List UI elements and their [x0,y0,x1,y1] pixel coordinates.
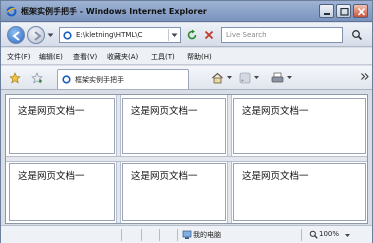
minimize-button[interactable] [319,4,334,18]
ie-page-icon [62,75,71,84]
favorites-star-icon[interactable] [9,72,21,84]
chevron-down-icon[interactable] [47,33,54,38]
frame-splitter-vertical[interactable] [227,162,232,223]
frame-text: 这是网页文档一 [131,171,198,182]
chevron-down-icon[interactable] [227,76,232,80]
address-dropdown-button[interactable] [168,29,179,41]
refresh-icon[interactable] [186,29,198,41]
frame-top-left: 这是网页文档一 [9,98,115,154]
frame-text: 这是网页文档一 [242,106,309,117]
menu-favorites[interactable]: 收藏夹(A) [107,52,138,62]
forward-icon [34,31,42,41]
navigation-bar: E:\kletning\HTML\C Live Search [1,23,372,47]
status-divider [301,229,302,241]
back-icon [12,31,20,41]
chevron-double-right-icon[interactable] [361,73,369,80]
menu-help[interactable]: 帮助(H) [187,52,212,62]
frame-bottom-right: 这是网页文档一 [233,163,366,221]
title-bar: 框架实例手把手 - Windows Internet Explorer [1,1,372,22]
frame-splitter-vertical[interactable] [116,95,121,157]
stop-icon[interactable] [203,29,215,41]
minimize-icon [324,13,330,15]
close-button[interactable] [353,4,368,18]
chevron-down-icon[interactable] [254,76,259,80]
frame-bottom-left: 这是网页文档一 [9,163,115,221]
status-bar: 我的电脑 100% [1,225,372,243]
menu-tools[interactable]: 工具(T) [151,52,175,62]
close-icon [357,8,366,16]
address-field[interactable]: E:\kletning\HTML\C [59,27,181,43]
frame-text: 这是网页文档一 [131,106,198,117]
frame-text: 这是网页文档一 [18,171,85,182]
security-zone: 我的电脑 [193,231,221,239]
chevron-down-icon[interactable] [345,234,350,238]
address-value: E:\kletning\HTML\C [76,31,143,39]
maximize-icon [340,8,349,16]
frame-bottom-middle: 这是网页文档一 [122,163,226,221]
chevron-down-icon [171,33,178,37]
browser-window: 框架实例手把手 - Windows Internet Explorer E:\k… [0,0,373,243]
search-input[interactable]: Live Search [221,27,343,43]
search-placeholder: Live Search [226,31,267,39]
frame-text: 这是网页文档一 [242,171,309,182]
frame-splitter-vertical[interactable] [116,162,121,223]
frame-splitter-horizontal[interactable] [6,156,367,162]
menu-view[interactable]: 查看(V) [73,52,97,62]
tab-label: 框架实例手把手 [75,76,124,84]
ie-page-icon [63,31,72,40]
feeds-icon[interactable] [239,72,251,84]
frame-text: 这是网页文档一 [18,106,85,117]
zoom-level[interactable]: 100% [319,230,339,238]
home-icon[interactable] [211,72,224,84]
frameset-content: 这是网页文档一 这是网页文档一 这是网页文档一 这是网页文档一 这是网页文档一 … [5,94,368,224]
window-title: 框架实例手把手 - Windows Internet Explorer [21,7,207,16]
menu-bar: 文件(F) 编辑(E) 查看(V) 收藏夹(A) 工具(T) 帮助(H) [1,48,372,65]
frame-splitter-vertical[interactable] [227,95,232,157]
status-divider [177,229,178,241]
add-favorites-icon[interactable] [31,72,43,84]
computer-icon [182,230,192,239]
forward-button[interactable] [27,26,45,44]
zoom-icon[interactable] [309,230,318,239]
back-button[interactable] [7,26,25,44]
tab-bar: 框架实例手把手 [1,66,372,90]
status-divider [159,229,160,241]
print-icon[interactable] [271,72,284,84]
maximize-button[interactable] [336,4,351,18]
chevron-down-icon[interactable] [287,76,292,80]
frame-top-right: 这是网页文档一 [233,98,366,154]
tab-framework-example[interactable]: 框架实例手把手 [57,69,189,89]
ie-logo-icon [6,6,17,17]
menu-edit[interactable]: 编辑(E) [39,52,63,62]
search-icon[interactable] [351,29,363,41]
menu-file[interactable]: 文件(F) [7,52,31,62]
frame-top-middle: 这是网页文档一 [122,98,226,154]
status-divider [121,229,122,241]
status-divider [141,229,142,241]
